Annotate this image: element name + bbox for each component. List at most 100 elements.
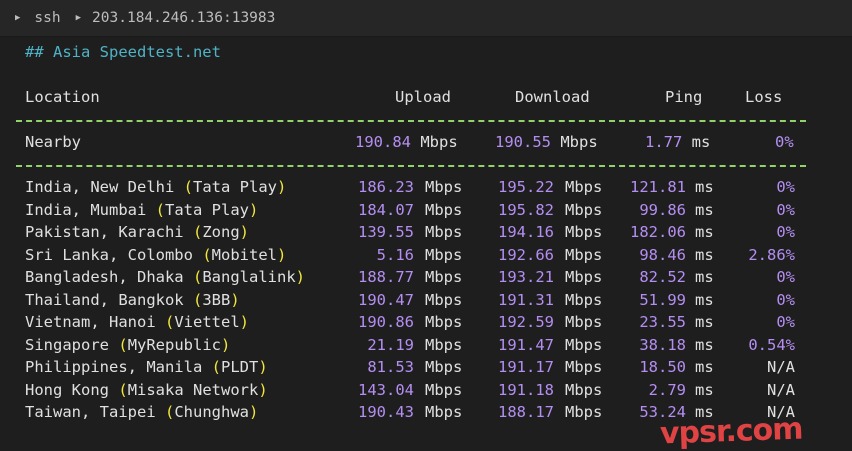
table-row: Hong Kong (Misaka Network) 143.04 Mbps 191.… — [0, 379, 852, 401]
upload-unit: Mbps — [425, 335, 463, 354]
ping-cell: 2.79 — [648, 380, 686, 399]
download-cell: 192.59 — [498, 313, 554, 331]
download-cell: 195.22 — [498, 178, 554, 196]
ping-unit: ms — [695, 380, 714, 399]
session-host: 203.184.246.136:13983 — [92, 10, 276, 26]
ping-cell: 38.18 — [639, 335, 686, 354]
upload-cell: 190.84 Mbps — [355, 133, 458, 151]
table-header: Location Upload Download Ping Loss — [0, 86, 852, 108]
separator-line — [16, 165, 806, 167]
table-row: Bangladesh, Dhaka (Banglalink) 188.77 Mbps… — [0, 266, 852, 288]
upload-cell: 81.53 — [367, 358, 414, 376]
loss-cell: 0% — [776, 178, 795, 196]
upload-cell: 190.43 — [358, 403, 414, 421]
loss-cell: N/A — [767, 380, 795, 399]
loss-cell: 0% — [776, 268, 795, 286]
upload-unit: Mbps — [425, 358, 463, 376]
column-upload: Upload — [395, 88, 451, 106]
table-row-nearby: Nearby 190.84 Mbps 190.55 Mbps 1.77 ms 0… — [0, 131, 852, 153]
column-download: Download — [515, 88, 590, 106]
upload-cell: 188.77 — [358, 268, 414, 286]
row-location: Vietnam, Hanoi (Viettel) — [25, 313, 250, 331]
ping-unit: ms — [695, 178, 714, 196]
separator-line — [16, 120, 806, 122]
ping-cell: 182.06 — [630, 223, 686, 241]
upload-unit: Mbps — [425, 223, 463, 241]
download-cell: 192.66 — [498, 245, 554, 264]
ping-unit: ms — [695, 245, 714, 264]
download-cell: 191.31 — [498, 290, 554, 309]
row-location: Thailand, Bangkok (3BB) — [25, 290, 240, 309]
loss-cell: 0% — [776, 200, 795, 219]
upload-unit: Mbps — [425, 380, 463, 399]
download-cell: 191.47 — [498, 335, 554, 354]
download-cell: 190.55 Mbps — [495, 133, 598, 151]
upload-unit: Mbps — [425, 245, 463, 264]
upload-unit: Mbps — [425, 178, 463, 196]
ping-cell: 99.86 — [639, 200, 686, 219]
upload-cell: 5.16 — [376, 245, 414, 264]
ping-cell: 51.99 — [639, 290, 686, 309]
loss-cell: 0.54% — [748, 335, 795, 354]
upload-unit: Mbps — [425, 268, 463, 286]
section-heading: ## Asia Speedtest.net — [25, 43, 221, 61]
download-unit: Mbps — [565, 380, 603, 399]
download-unit: Mbps — [565, 223, 603, 241]
ping-cell: 1.77 ms — [645, 133, 711, 151]
row-location: Philippines, Manila (PLDT) — [25, 358, 268, 376]
ping-cell: 121.81 — [630, 178, 686, 196]
table-row: Pakistan, Karachi (Zong) 139.55 Mbps 194.16… — [0, 221, 852, 243]
table-row: Singapore (MyRepublic) 21.19 Mbps 191.47 Mbp… — [0, 334, 852, 356]
table-row: India, Mumbai (Tata Play) 184.07 Mbps 195.8… — [0, 199, 852, 221]
download-cell: 195.82 — [498, 200, 554, 219]
upload-cell: 139.55 — [358, 223, 414, 241]
ping-unit: ms — [695, 290, 714, 309]
terminal-output[interactable]: ## Asia Speedtest.net Location Upload Do… — [0, 36, 852, 451]
table-row: Vietnam, Hanoi (Viettel) 190.86 Mbps 192.59… — [0, 311, 852, 333]
loss-cell: 0% — [776, 290, 795, 309]
download-cell: 191.17 — [498, 358, 554, 376]
row-location: Taiwan, Taipei (Chunghwa) — [25, 403, 259, 421]
upload-cell: 190.86 — [358, 313, 414, 331]
row-location: Nearby — [25, 133, 81, 151]
column-loss: Loss — [745, 88, 783, 106]
table-row: Philippines, Manila (PLDT) 81.53 Mbps 191.1… — [0, 356, 852, 378]
row-location: Bangladesh, Dhaka (Banglalink) — [25, 268, 305, 286]
ping-cell: 82.52 — [639, 268, 686, 286]
download-unit: Mbps — [565, 403, 603, 421]
ping-unit: ms — [695, 200, 714, 219]
download-unit: Mbps — [565, 245, 603, 264]
upload-unit: Mbps — [425, 313, 463, 331]
ping-unit: ms — [695, 313, 714, 331]
column-location: Location — [25, 88, 100, 106]
upload-cell: 190.47 — [358, 290, 414, 309]
loss-cell: 0% — [776, 313, 795, 331]
upload-cell: 184.07 — [358, 200, 414, 219]
download-unit: Mbps — [565, 290, 603, 309]
expand-arrow-icon[interactable]: ▶ — [15, 13, 20, 23]
ping-unit: ms — [695, 335, 714, 354]
loss-cell: 2.86% — [748, 245, 795, 264]
ping-unit: ms — [695, 358, 714, 376]
download-unit: Mbps — [565, 200, 603, 219]
row-location: Hong Kong (Misaka Network) — [25, 380, 268, 399]
download-unit: Mbps — [565, 335, 603, 354]
row-location: Singapore (MyRepublic) — [25, 335, 231, 354]
row-location: Pakistan, Karachi (Zong) — [25, 223, 249, 241]
upload-cell: 143.04 — [358, 380, 414, 399]
session-app: ssh — [34, 10, 61, 26]
terminal-titlebar: ▶ ssh ▶ 203.184.246.136:13983 — [0, 0, 852, 37]
table-row: Thailand, Bangkok (3BB) 190.47 Mbps 191.31 M… — [0, 289, 852, 311]
upload-unit: Mbps — [425, 403, 463, 421]
upload-cell: 186.23 — [358, 178, 414, 196]
ping-cell: 18.50 — [639, 358, 686, 376]
loss-cell: 0% — [776, 223, 795, 241]
row-location: India, New Delhi (Tata Play) — [25, 178, 287, 196]
download-unit: Mbps — [565, 268, 603, 286]
upload-cell: 21.19 — [367, 335, 414, 354]
upload-unit: Mbps — [425, 200, 463, 219]
breadcrumb-arrow-icon: ▶ — [75, 13, 82, 23]
download-cell: 193.21 — [498, 268, 554, 286]
column-ping: Ping — [665, 88, 703, 106]
ping-unit: ms — [695, 268, 714, 286]
